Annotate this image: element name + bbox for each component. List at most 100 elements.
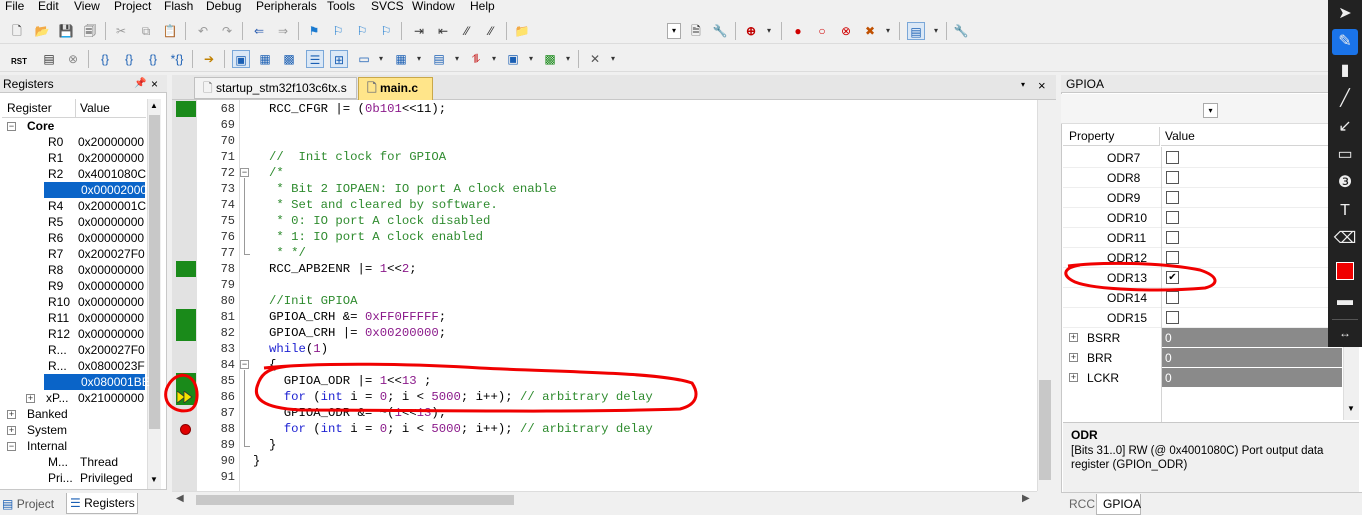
registers-window-icon[interactable]: ☰ (306, 50, 324, 68)
register-value[interactable]: 0x00000000 (78, 214, 144, 230)
trace-window-icon[interactable]: ▣ (504, 50, 522, 68)
serial-window-icon[interactable]: ▤ (430, 50, 448, 68)
menu-file[interactable]: File (5, 0, 24, 13)
memory-dropdown-icon[interactable]: ▾ (410, 50, 428, 68)
scroll-thumb[interactable] (149, 115, 160, 429)
enable-breakpoint-icon[interactable]: ○ (813, 22, 831, 40)
save-all-icon[interactable]: 🗐 (81, 22, 99, 40)
find-icon[interactable]: 🗎 (687, 22, 705, 40)
nav-back-icon[interactable]: ⇐ (250, 22, 268, 40)
window-layout-dropdown-icon[interactable]: ▾ (927, 22, 945, 40)
menu-project[interactable]: Project (114, 0, 151, 13)
breakpoint-icon[interactable] (180, 424, 191, 435)
register-value[interactable]: 0x2000001C (78, 198, 146, 214)
gpioa-scroll-down-icon[interactable]: ▼ (1347, 404, 1355, 413)
counter-icon[interactable]: ❸ (1332, 170, 1358, 196)
step-over-icon[interactable]: {} (120, 50, 138, 68)
register-value[interactable]: Privileged (80, 470, 133, 486)
tab-main-c[interactable]: 🗋 main.c (358, 77, 433, 100)
next-bookmark-icon[interactable]: ⚐ (353, 22, 371, 40)
fold-collapse-icon[interactable]: − (240, 168, 249, 177)
hscroll-right-icon[interactable]: ▶ (1022, 493, 1030, 504)
gpioa-register-row[interactable]: + LCKR 0 (1063, 368, 1342, 388)
window-layout-icon[interactable]: ▤ (907, 22, 925, 40)
tab-startup-file[interactable]: 🗋 startup_stm32f103c6tx.s (194, 77, 357, 99)
core-collapse-icon[interactable]: − (7, 122, 16, 131)
xpsr-expand-icon[interactable]: + (26, 394, 35, 403)
field-checkbox[interactable]: ✔ (1166, 271, 1179, 284)
cut-icon[interactable]: ✂ (112, 22, 130, 40)
tab-rcc[interactable]: RCC (1069, 497, 1095, 511)
register-value[interactable]: 0x200027F0 (78, 246, 145, 262)
eraser-icon[interactable]: ⌫ (1332, 226, 1358, 252)
serial-dropdown-icon[interactable]: ▾ (448, 50, 466, 68)
register-expand-icon[interactable]: + (1069, 353, 1078, 362)
menu-view[interactable]: View (74, 0, 100, 13)
field-checkbox[interactable] (1166, 211, 1179, 224)
register-value[interactable]: 0x21000000 (78, 390, 144, 406)
system-expand-icon[interactable]: + (7, 426, 16, 435)
find-in-files-icon[interactable]: 📁 (513, 22, 531, 40)
run-to-cursor-icon[interactable]: *{} (168, 50, 186, 68)
scroll-up-icon[interactable]: ▲ (150, 101, 158, 110)
bookmark-icon[interactable]: ⚑ (305, 22, 323, 40)
watch-dropdown-icon[interactable]: ▾ (372, 50, 390, 68)
internal-node[interactable]: Internal (27, 438, 67, 454)
field-checkbox[interactable] (1166, 151, 1179, 164)
register-value[interactable]: 0x00000000 (78, 326, 144, 342)
disable-breakpoints-icon[interactable]: ⊗ (837, 22, 855, 40)
debug-dropdown-icon[interactable]: ▾ (760, 22, 778, 40)
register-value[interactable]: 0x4001080C (78, 166, 146, 182)
registers-scrollbar[interactable]: ▲ ▼ (147, 99, 161, 489)
register-value[interactable]: 0 (1161, 348, 1342, 367)
register-expand-icon[interactable]: + (1069, 373, 1078, 382)
step-out-icon[interactable]: {} (144, 50, 162, 68)
register-value[interactable]: 0x00000000 (78, 294, 144, 310)
menu-peripherals[interactable]: Peripherals (256, 0, 317, 13)
line-icon[interactable]: ╱ (1332, 86, 1358, 112)
new-file-icon[interactable]: 🗋 (8, 22, 26, 40)
paste-icon[interactable]: 📋 (161, 22, 179, 40)
menu-window[interactable]: Window (412, 0, 455, 13)
arrow-icon[interactable]: ↙ (1332, 114, 1358, 140)
tab-registers[interactable]: ☰ Registers (66, 493, 138, 514)
cursor-icon[interactable]: ➤ (1332, 1, 1358, 27)
field-checkbox[interactable] (1166, 191, 1179, 204)
menu-tools[interactable]: Tools (327, 0, 355, 13)
editor-hscroll-thumb[interactable] (196, 495, 514, 505)
editor-vscrollbar[interactable] (1037, 100, 1052, 491)
register-value[interactable]: 0x00000000 (78, 310, 144, 326)
reset-button[interactable]: RST (8, 50, 30, 70)
breakpoints-dropdown-icon[interactable]: ▾ (879, 22, 897, 40)
gpioa-scrollbar[interactable]: ▼ (1343, 342, 1359, 420)
system-viewer-icon[interactable]: ▩ (541, 50, 559, 68)
tab-gpioa[interactable]: GPIOA (1096, 494, 1141, 515)
hscroll-left-icon[interactable]: ◀ (176, 493, 184, 504)
col-value[interactable]: Value (76, 99, 146, 118)
memory-window-icon[interactable]: ▦ (392, 50, 410, 68)
toolbox-dropdown-icon[interactable]: ▾ (604, 50, 622, 68)
menu-debug[interactable]: Debug (206, 0, 241, 13)
fold-collapse-icon[interactable]: − (240, 360, 249, 369)
color-swatch[interactable] (1336, 262, 1354, 280)
configure-tools-icon[interactable]: 🔧 (952, 22, 970, 40)
symbols-window-icon[interactable]: ▩ (280, 50, 298, 68)
gpioa-selector-dropdown[interactable]: ▾ (1203, 103, 1218, 118)
analysis-dropdown-icon[interactable]: ▾ (485, 50, 503, 68)
toolbox-icon[interactable]: ✕ (586, 50, 604, 68)
editor-vscroll-thumb[interactable] (1039, 380, 1051, 480)
registers-close-button[interactable]: × (151, 75, 158, 93)
register-expand-icon[interactable]: + (1069, 333, 1078, 342)
call-stack-window-icon[interactable]: ⊞ (330, 50, 348, 68)
indent-icon[interactable]: ⇥ (410, 22, 428, 40)
register-value[interactable]: 0x0800023F (78, 358, 145, 374)
system-node[interactable]: System (27, 422, 67, 438)
undo-icon[interactable]: ↶ (194, 22, 212, 40)
find-combo-dropdown[interactable]: ▾ (667, 23, 681, 39)
nav-forward-icon[interactable]: ⇒ (274, 22, 292, 40)
editor-close-button[interactable]: × (1038, 78, 1046, 93)
menu-flash[interactable]: Flash (164, 0, 193, 13)
step-into-icon[interactable]: {} (96, 50, 114, 68)
collapse-toolbar-icon[interactable]: ↔ (1332, 319, 1358, 345)
register-value[interactable]: 0x00000000 (78, 262, 144, 278)
